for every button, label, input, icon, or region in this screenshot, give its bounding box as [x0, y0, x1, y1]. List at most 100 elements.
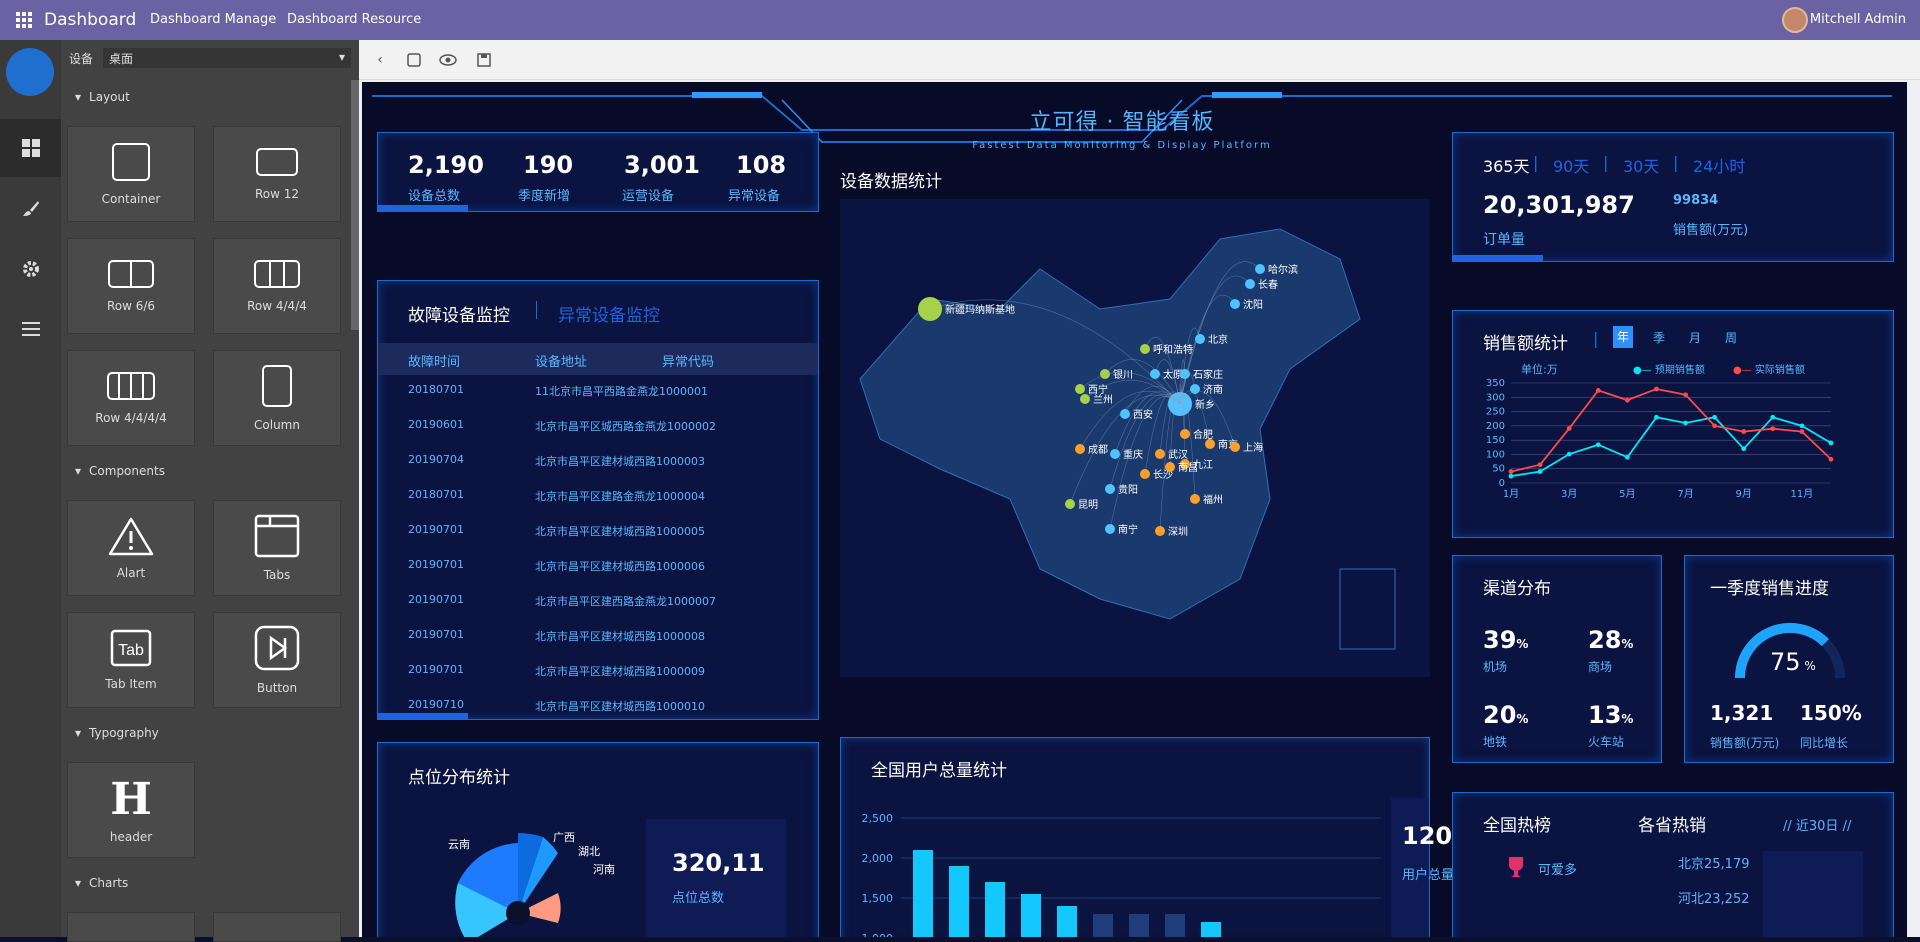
city-marker[interactable] — [1075, 444, 1085, 454]
app-brand[interactable]: Dashboard — [44, 10, 136, 30]
tile-header[interactable]: H header — [67, 762, 195, 858]
series-point[interactable] — [1799, 429, 1805, 434]
range-30[interactable]: 30天 — [1623, 153, 1659, 177]
city-marker[interactable] — [1165, 462, 1175, 472]
tile-alart[interactable]: Alart — [67, 500, 195, 596]
series-point[interactable] — [1537, 469, 1543, 474]
city-marker[interactable] — [1195, 334, 1205, 344]
city-marker[interactable] — [1150, 369, 1160, 379]
series-point[interactable] — [1595, 388, 1601, 393]
section-charts[interactable]: Charts — [75, 876, 128, 890]
series-point[interactable] — [1683, 392, 1688, 398]
section-components[interactable]: Components — [75, 464, 165, 478]
tile-chart-line[interactable] — [213, 912, 341, 942]
city-marker[interactable] — [1110, 449, 1120, 459]
tile-tab-item[interactable]: Tab Tab Item — [67, 612, 195, 708]
back-icon[interactable]: ‹ — [371, 51, 389, 69]
tile-column[interactable]: Column — [213, 350, 341, 446]
city-marker[interactable] — [1120, 409, 1130, 419]
city-marker[interactable] — [1155, 449, 1165, 459]
user-bar[interactable] — [1165, 914, 1185, 937]
eye-icon[interactable] — [439, 51, 457, 69]
series-point[interactable] — [1624, 454, 1630, 460]
tile-chart-bar[interactable] — [67, 912, 195, 942]
blocks-icon[interactable] — [0, 119, 61, 177]
user-bar[interactable] — [1129, 914, 1149, 937]
city-marker[interactable] — [1230, 299, 1240, 309]
series-point[interactable] — [1741, 429, 1747, 434]
series-point[interactable] — [1741, 446, 1747, 452]
device-select[interactable]: 桌面 ▾ — [103, 48, 351, 68]
city-marker[interactable] — [1080, 394, 1090, 404]
city-marker[interactable] — [1105, 484, 1115, 494]
hot-province-title[interactable]: 各省热销 — [1638, 811, 1706, 836]
section-layout[interactable]: Layout — [75, 90, 130, 104]
series-point[interactable] — [1566, 451, 1572, 457]
user-bar[interactable] — [1021, 894, 1041, 937]
user-name[interactable]: Mitchell Admin — [1810, 12, 1906, 27]
series-point[interactable] — [1624, 397, 1630, 403]
user-bar[interactable] — [985, 882, 1005, 937]
menu-dashboard-manage[interactable]: Dashboard Manage — [150, 12, 276, 27]
period-quarter[interactable]: 季 — [1653, 329, 1665, 346]
period-month[interactable]: 月 — [1689, 329, 1701, 346]
section-typography[interactable]: Typography — [75, 726, 159, 740]
tile-row-4-4-4-4[interactable]: Row 4/4/4/4 — [67, 350, 195, 446]
square-icon[interactable] — [405, 51, 423, 69]
series-point[interactable] — [1770, 426, 1776, 432]
city-marker[interactable] — [1155, 526, 1165, 536]
city-marker[interactable] — [1245, 279, 1255, 289]
series-point[interactable] — [1508, 469, 1514, 474]
tab-fault-monitor[interactable]: 故障设备监控 — [408, 301, 510, 326]
tile-row-12[interactable]: Row 12 — [213, 126, 341, 222]
user-avatar[interactable] — [1782, 7, 1808, 33]
city-marker[interactable] — [1075, 384, 1085, 394]
series-point[interactable] — [1770, 414, 1776, 420]
tile-row-6-6[interactable]: Row 6/6 — [67, 238, 195, 334]
menu-dashboard-resource[interactable]: Dashboard Resource — [287, 12, 421, 27]
series-point[interactable] — [1828, 440, 1834, 446]
hot-range[interactable]: // 近30日 // — [1783, 815, 1851, 834]
city-marker[interactable] — [1140, 469, 1150, 479]
tile-tabs[interactable]: Tabs — [213, 500, 341, 596]
range-365[interactable]: 365天 — [1483, 153, 1530, 177]
series-point[interactable] — [1799, 423, 1805, 429]
user-bar[interactable] — [913, 850, 933, 937]
city-marker[interactable] — [1230, 442, 1240, 452]
city-marker[interactable] — [1105, 524, 1115, 534]
series-point[interactable] — [1654, 414, 1659, 420]
gear-icon[interactable] — [0, 240, 61, 298]
city-marker[interactable] — [918, 297, 942, 321]
series-point[interactable] — [1537, 462, 1543, 468]
period-year[interactable]: 年 — [1613, 326, 1633, 348]
series-point[interactable] — [1712, 423, 1718, 429]
series-point[interactable] — [1566, 426, 1572, 431]
tile-button[interactable]: Button — [213, 612, 341, 708]
tab-abnormal-monitor[interactable]: 异常设备监控 — [558, 301, 660, 326]
city-marker[interactable] — [1255, 264, 1265, 274]
series-point[interactable] — [1654, 386, 1659, 392]
range-90[interactable]: 90天 — [1553, 153, 1589, 177]
user-bar[interactable] — [1093, 914, 1113, 937]
series-point[interactable] — [1595, 442, 1601, 448]
city-marker[interactable] — [1190, 494, 1200, 504]
city-marker[interactable] — [1205, 439, 1215, 449]
save-icon[interactable] — [475, 51, 493, 69]
series-point[interactable] — [1712, 414, 1718, 420]
user-bar[interactable] — [1201, 922, 1221, 937]
city-marker[interactable] — [1065, 499, 1075, 509]
series-point[interactable] — [1683, 420, 1688, 426]
brush-icon[interactable] — [0, 180, 61, 238]
tile-container[interactable]: Container — [67, 126, 195, 222]
panel-scrollbar[interactable] — [351, 80, 359, 330]
city-marker[interactable] — [1180, 429, 1190, 439]
user-bar[interactable] — [949, 866, 969, 937]
user-bar[interactable] — [1057, 906, 1077, 937]
series-point[interactable] — [1828, 456, 1834, 462]
hot-national-title[interactable]: 全国热榜 — [1483, 811, 1551, 836]
period-week[interactable]: 周 — [1725, 329, 1737, 346]
tile-row-4-4-4[interactable]: Row 4/4/4 — [213, 238, 341, 334]
city-marker[interactable] — [1140, 344, 1150, 354]
apps-grid-icon[interactable] — [16, 12, 32, 28]
range-24h[interactable]: 24小时 — [1693, 153, 1745, 177]
